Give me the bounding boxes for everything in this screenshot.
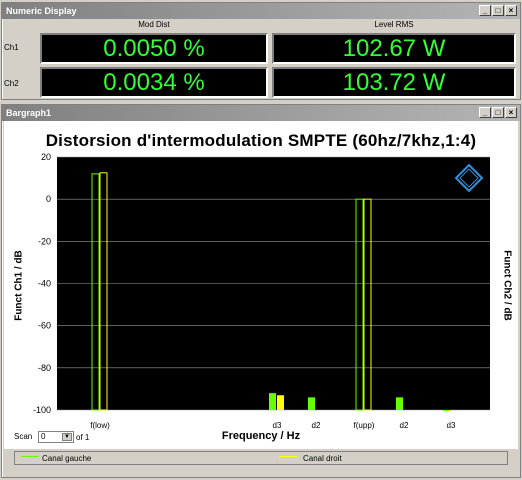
y-tick-label: -20 (38, 236, 51, 246)
bar-canal-gauche (269, 393, 276, 410)
y-tick-label: -60 (38, 321, 51, 331)
bar-canal-droit (277, 395, 284, 410)
x-tick-label: d2 (400, 421, 409, 430)
x-tick-label: d2 (312, 421, 321, 430)
legend-item-gauche: Canal gauche (42, 454, 92, 463)
y-tick-label: 0 (46, 194, 51, 204)
legend-item-droit: Canal droit (303, 454, 342, 463)
y-axis-label-left: Funct Ch1 / dB (13, 250, 25, 321)
bar-canal-gauche (443, 410, 450, 411)
scan-select-value: 0 (41, 432, 46, 441)
x-tick-label: f(upp) (354, 421, 375, 430)
chevron-down-icon[interactable]: ▼ (62, 433, 72, 441)
legend-line-droit (279, 456, 297, 457)
scan-label: Scan (14, 432, 33, 441)
y-tick-label: -40 (38, 279, 51, 289)
legend-line-gauche (21, 456, 39, 457)
x-tick-label: d3 (447, 421, 456, 430)
x-tick-label: f(low) (90, 421, 110, 430)
chart-legend: Canal gauche Canal droit (14, 451, 508, 465)
y-axis-label-right: Funct Ch2 / dB (501, 250, 513, 321)
scan-select[interactable]: 0 ▼ (38, 431, 74, 443)
y-tick-label: -100 (33, 405, 51, 415)
x-tick-label: d3 (273, 421, 282, 430)
bar-canal-gauche (396, 397, 403, 410)
bar-canal-gauche (308, 397, 315, 410)
y-tick-label: -80 (38, 363, 51, 373)
scan-of-label: of 1 (76, 433, 90, 442)
bar-chart: 20 0 -20 -40 -60 -80 -100 f(low) d3 d2 f(upp) d2 d3 (33, 152, 490, 430)
y-tick-label: 20 (41, 152, 51, 162)
